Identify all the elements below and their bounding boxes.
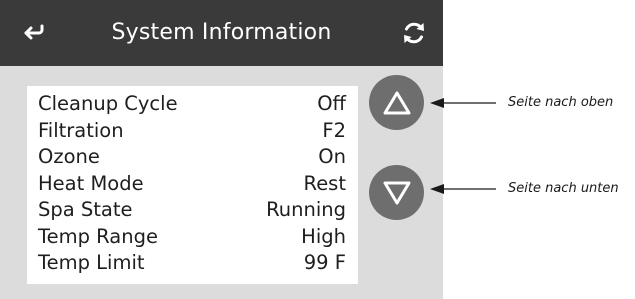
manual-figure: System Information Cleanup Cycle Off Fil… xyxy=(0,0,635,299)
page-title: System Information xyxy=(111,20,332,45)
page-up-button[interactable] xyxy=(369,75,424,130)
row-value: Off xyxy=(317,92,346,115)
annotation-page-down: Seite nach unten xyxy=(508,181,619,196)
refresh-button[interactable] xyxy=(397,17,431,49)
annotation-page-up: Seite nach oben xyxy=(508,95,614,110)
row-label: Ozone xyxy=(38,145,100,168)
row-label: Temp Range xyxy=(38,224,158,248)
triangle-down-icon xyxy=(383,181,410,204)
row-value: Rest xyxy=(303,171,346,195)
triangle-up-icon xyxy=(383,91,410,114)
info-row-spa-state: Spa State Running xyxy=(38,197,346,224)
refresh-icon xyxy=(404,22,424,44)
row-value: F2 xyxy=(322,118,346,142)
back-button[interactable] xyxy=(16,18,52,48)
row-value: High xyxy=(301,224,346,248)
callout-arrow-up xyxy=(430,98,496,108)
info-row-temp-range: Temp Range High xyxy=(38,224,346,251)
row-label: Heat Mode xyxy=(38,171,144,195)
back-arrow-icon xyxy=(24,24,44,40)
callout-arrow-down xyxy=(430,184,496,194)
device-screen: System Information Cleanup Cycle Off Fil… xyxy=(0,0,443,299)
header-bar: System Information xyxy=(0,0,443,66)
info-row-heat-mode: Heat Mode Rest xyxy=(38,171,346,198)
row-value: 99 F xyxy=(303,251,346,274)
info-panel: Cleanup Cycle Off Filtration F2 Ozone On… xyxy=(27,86,358,284)
info-row-temp-limit: Temp Limit 99 F xyxy=(38,250,346,277)
row-label: Cleanup Cycle xyxy=(38,92,178,115)
info-row-filtration: Filtration F2 xyxy=(38,118,346,145)
row-value: On xyxy=(318,145,346,168)
row-value: Running xyxy=(266,198,346,221)
page-down-button[interactable] xyxy=(369,165,424,220)
row-label: Spa State xyxy=(38,198,133,221)
row-label: Filtration xyxy=(38,118,124,142)
info-row-ozone: Ozone On xyxy=(38,144,346,171)
info-row-cleanup-cycle: Cleanup Cycle Off xyxy=(38,91,346,118)
row-label: Temp Limit xyxy=(38,251,145,274)
